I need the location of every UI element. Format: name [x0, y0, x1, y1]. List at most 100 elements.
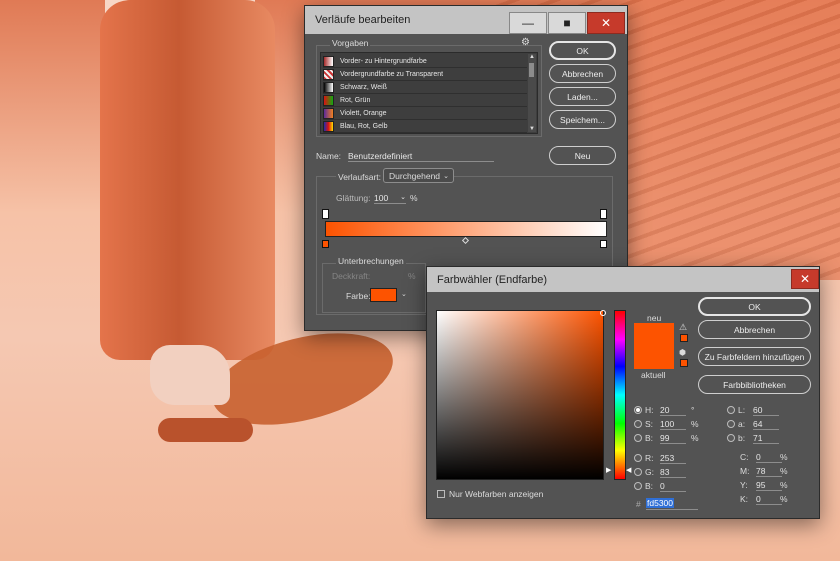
name-label: Name:: [316, 151, 342, 161]
cmyk-label: K:: [740, 494, 749, 504]
gear-icon[interactable]: ⚙: [521, 37, 530, 48]
radio-rgb-0[interactable]: [634, 454, 642, 462]
hue-arrow-right-icon[interactable]: ◀: [626, 466, 631, 474]
add-to-swatches-button[interactable]: Zu Farbfeldern hinzufügen: [698, 347, 811, 366]
lab-input[interactable]: 60: [753, 405, 779, 416]
name-input[interactable]: Benutzerdefiniert: [348, 151, 494, 162]
hsb-input[interactable]: 99: [660, 433, 686, 444]
stop-color-swatch[interactable]: [370, 288, 397, 302]
opacity-stop-right-icon[interactable]: [600, 209, 607, 219]
smoothness-value: 100: [374, 193, 389, 203]
color-stop-left-icon[interactable]: [322, 240, 329, 248]
maximize-button[interactable]: ■: [548, 12, 586, 34]
cmyk-label: C:: [740, 452, 749, 462]
current-color-swatch[interactable]: [634, 346, 674, 369]
scroll-up-icon[interactable]: ▲: [529, 54, 535, 60]
gamut-swatch[interactable]: [680, 334, 688, 342]
radio-hsb-0[interactable]: [634, 406, 642, 414]
preset-label: Vorder- zu Hintergrundfarbe: [340, 57, 427, 65]
cmyk-unit: %: [780, 480, 788, 490]
radio-lab-2[interactable]: [727, 434, 735, 442]
minimize-button[interactable]: —: [509, 12, 547, 34]
hsb-input[interactable]: 20: [660, 405, 686, 416]
preset-swatch: [323, 120, 334, 132]
list-item[interactable]: Violett, Orange: [323, 107, 527, 120]
chevron-down-icon[interactable]: ⌄: [401, 290, 407, 298]
ok-button[interactable]: OK: [549, 41, 616, 60]
close-icon: ✕: [799, 272, 811, 286]
new-button[interactable]: Neu: [549, 146, 616, 165]
gradient-bar[interactable]: [325, 221, 607, 237]
presets-label: Vorgaben: [330, 38, 371, 48]
radio-rgb-1[interactable]: [634, 468, 642, 476]
picker-cancel-button[interactable]: Abbrechen: [698, 320, 811, 339]
gradient-editor-titlebar: Verläufe bearbeiten — ■ ✕: [305, 6, 627, 34]
cmyk-unit: %: [780, 494, 788, 504]
current-color-label: aktuell: [641, 370, 666, 380]
presets-scrollbar[interactable]: ▲ ▼: [528, 54, 536, 132]
hsb-label: B:: [645, 433, 654, 443]
radio-hsb-2[interactable]: [634, 434, 642, 442]
scroll-down-icon[interactable]: ▼: [529, 126, 535, 132]
web-safe-cube-icon[interactable]: ⬢: [679, 348, 686, 357]
web-safe-swatch[interactable]: [680, 359, 688, 367]
shoe: [150, 345, 230, 405]
saturation-brightness-field[interactable]: [436, 310, 604, 480]
web-colors-checkbox[interactable]: [437, 490, 445, 498]
preset-label: Blau, Rot, Gelb: [340, 122, 388, 130]
opacity-stop-left-icon[interactable]: [322, 209, 329, 219]
rgb-input[interactable]: 253: [660, 453, 686, 464]
radio-hsb-1[interactable]: [634, 420, 642, 428]
rgb-label: G:: [645, 467, 654, 477]
lab-input[interactable]: 71: [753, 433, 779, 444]
color-label: Farbe:: [346, 291, 371, 301]
picker-ok-button[interactable]: OK: [698, 297, 811, 316]
lab-label: b:: [738, 433, 746, 443]
cmyk-input[interactable]: 78: [756, 466, 782, 477]
color-libraries-button[interactable]: Farbbibliotheken: [698, 375, 811, 394]
preset-label: Violett, Orange: [340, 109, 387, 117]
close-button[interactable]: ✕: [587, 12, 625, 34]
list-item[interactable]: Blau, Rot, Gelb: [323, 120, 527, 133]
hue-slider[interactable]: [614, 310, 626, 480]
color-stop-right-icon[interactable]: [600, 240, 607, 248]
gamut-warning-icon[interactable]: ⚠: [679, 322, 687, 333]
radio-lab-0[interactable]: [727, 406, 735, 414]
list-item[interactable]: Schwarz, Weiß: [323, 81, 527, 94]
preset-label: Vordergrundfarbe zu Transparent: [340, 70, 444, 78]
rgb-input[interactable]: 0: [660, 481, 686, 492]
rgb-input[interactable]: 83: [660, 467, 686, 478]
radio-lab-1[interactable]: [727, 420, 735, 428]
save-button[interactable]: Speichem...: [549, 110, 616, 129]
gradient-type-value: Durchgehend: [389, 170, 441, 181]
hsb-input[interactable]: 100: [660, 419, 686, 430]
load-button[interactable]: Laden...: [549, 87, 616, 106]
stops-label: Unterbrechungen: [336, 256, 406, 266]
scroll-thumb[interactable]: [529, 63, 534, 77]
list-item[interactable]: Rot, Grün: [323, 94, 527, 107]
radio-rgb-2[interactable]: [634, 482, 642, 490]
cmyk-unit: %: [780, 452, 788, 462]
rgb-label: R:: [645, 453, 654, 463]
hue-arrow-left-icon[interactable]: ▶: [606, 466, 611, 474]
cmyk-input[interactable]: 0: [756, 494, 782, 505]
close-button[interactable]: ✕: [791, 269, 819, 289]
smoothness-unit: %: [410, 193, 418, 203]
cancel-button[interactable]: Abbrechen: [549, 64, 616, 83]
list-item[interactable]: Vorder- zu Hintergrundfarbe: [323, 55, 527, 68]
skateboard: [158, 418, 253, 442]
color-marker-icon[interactable]: [600, 310, 606, 316]
cmyk-input[interactable]: 0: [756, 452, 782, 463]
lab-label: a:: [738, 419, 746, 429]
smoothness-input[interactable]: 100 ⌄: [374, 193, 406, 204]
hex-input[interactable]: fd5300: [646, 498, 698, 510]
lab-input[interactable]: 64: [753, 419, 779, 430]
new-color-label: neu: [647, 313, 662, 323]
hsb-unit: %: [691, 419, 699, 429]
smoothness-label: Glättung:: [336, 193, 371, 203]
cmyk-input[interactable]: 95: [756, 480, 782, 491]
preset-swatch: [323, 107, 334, 119]
list-item[interactable]: Vordergrundfarbe zu Transparent: [323, 68, 527, 81]
hsb-label: S:: [645, 419, 654, 429]
gradient-type-select[interactable]: Durchgehend ⌄: [383, 168, 454, 183]
